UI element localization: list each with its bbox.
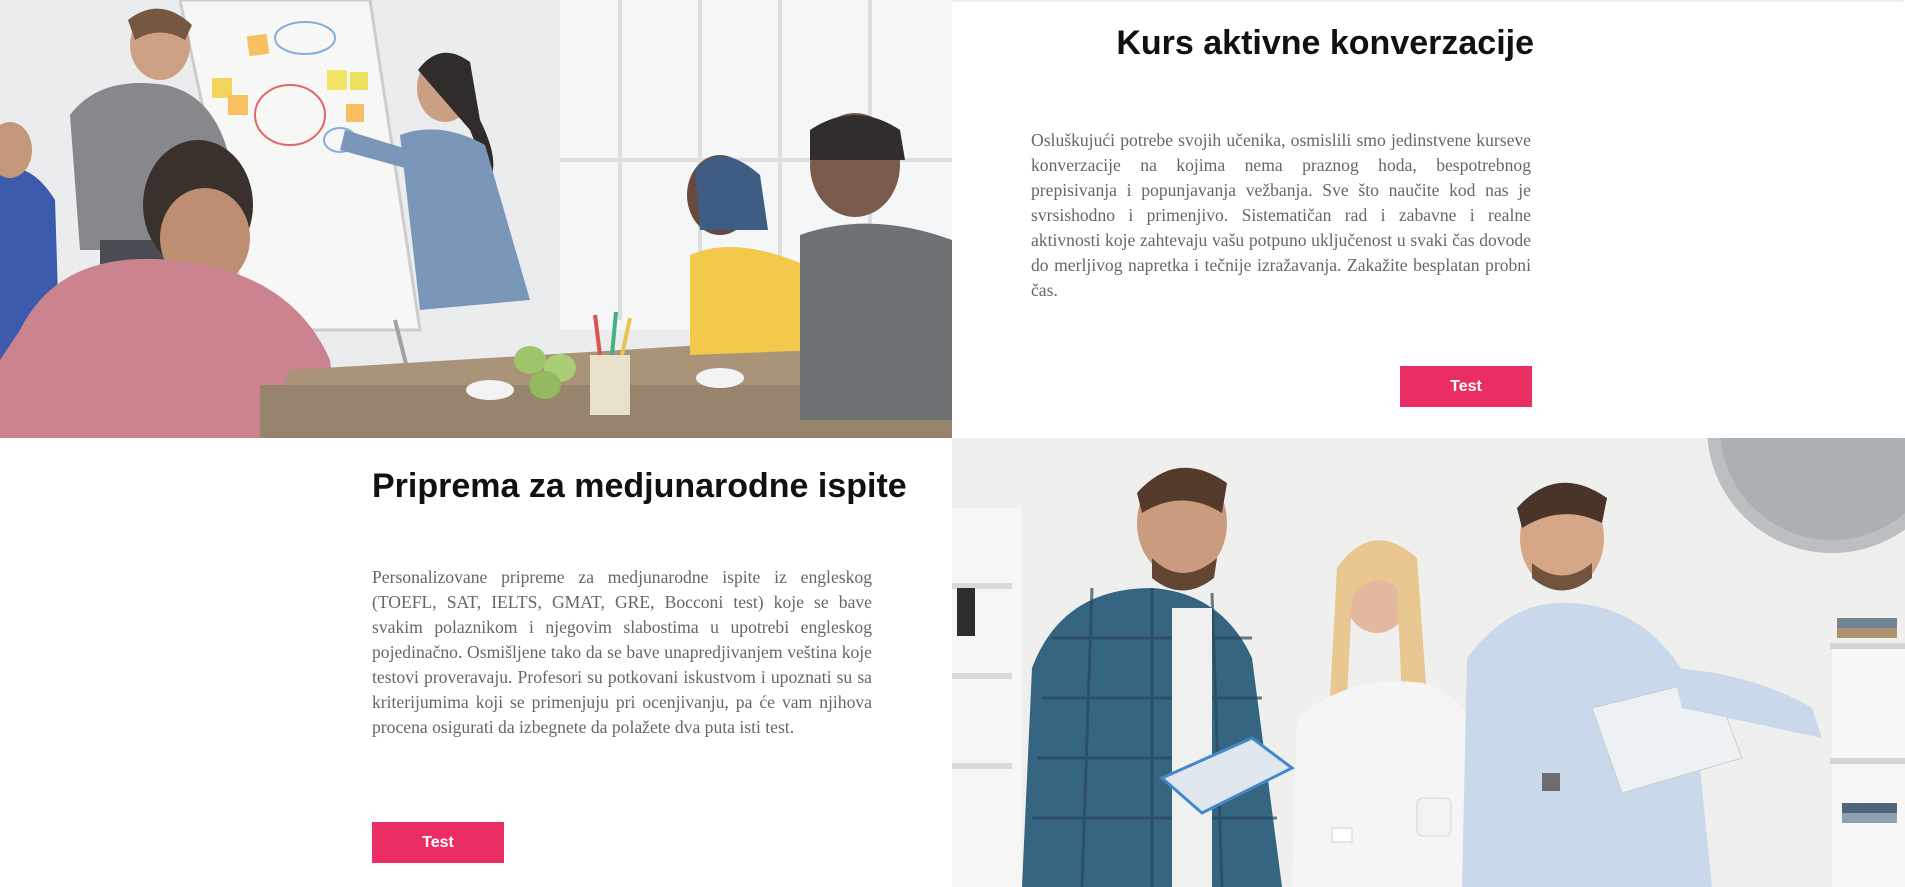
exams-text-panel: Priprema za medjunarodne ispite Personal… — [0, 438, 952, 887]
three-students-reading-photo — [952, 438, 1905, 887]
section-title: Kurs aktivne konverzacije — [1116, 24, 1534, 62]
test-button[interactable]: Test — [1400, 366, 1532, 407]
section-title: Priprema za medjunarodne ispite — [372, 467, 907, 505]
conversation-text-panel: Kurs aktivne konverzacije Osluškujući po… — [952, 0, 1904, 438]
section-description: Osluškujući potrebe svojih učenika, osmi… — [1031, 130, 1531, 300]
section-exams: Priprema za medjunarodne ispite Personal… — [0, 438, 1905, 887]
section-conversation: Kurs aktivne konverzacije Osluškujući po… — [0, 0, 1905, 438]
test-button[interactable]: Test — [372, 822, 504, 863]
group-meeting-whiteboard-photo — [0, 0, 952, 438]
section-description: Personalizovane pripreme za medjunarodne… — [372, 567, 872, 737]
page: Kurs aktivne konverzacije Osluškujući po… — [0, 0, 1905, 887]
